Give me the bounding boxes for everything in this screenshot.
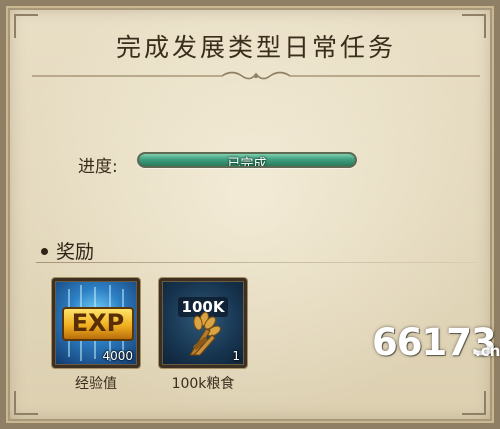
reward-divider [36,262,476,263]
progress-status: 已完成 [227,157,267,168]
corner-ornament [462,391,486,415]
ornament-divider [32,71,480,80]
corner-ornament [14,391,38,415]
reward-count: 4000 [102,349,133,363]
progress-label: 进度: [78,157,118,177]
reward-heading: 奖励 [41,237,94,264]
reward-item-grain[interactable]: 100K 1 [159,278,247,368]
watermark-suffix: .cn [475,342,500,360]
site-watermark: 66173 .cn [372,319,500,367]
progress-bar: 已完成 [137,152,357,168]
grain-icon [189,311,221,356]
reward-item-exp[interactable]: EXP 4000 [52,278,140,368]
reward-name: 经验值 [75,376,117,392]
page-title: 完成发展类型日常任务 [115,33,396,62]
exp-icon: EXP [62,307,134,341]
quest-panel: 完成发展类型日常任务 进度: 已完成 奖励 EXP 4000 经验值 100K [0,0,500,429]
reward-heading-label: 奖励 [56,241,95,263]
reward-name: 100k粮食 [171,376,235,392]
reward-count: 1 [232,349,240,363]
bullet-dot [41,247,48,255]
